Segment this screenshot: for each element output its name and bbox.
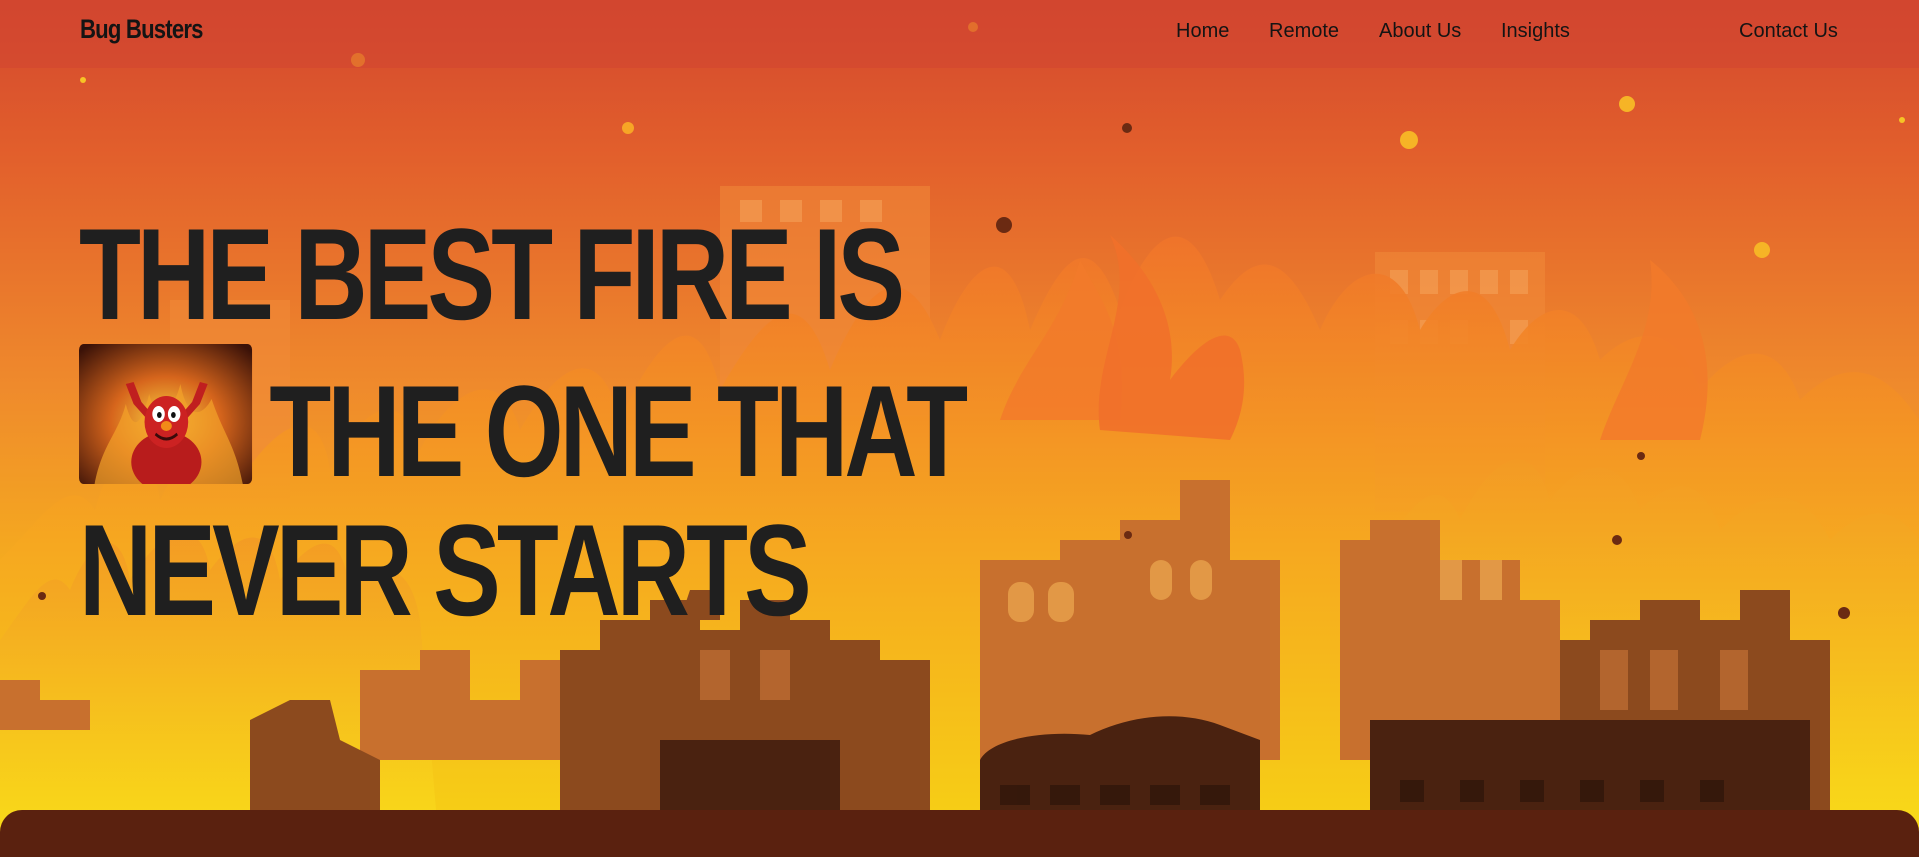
- nav-link-insights[interactable]: Insights: [1501, 20, 1570, 43]
- nav-link-remote[interactable]: Remote: [1269, 20, 1339, 43]
- nav-link-about-us[interactable]: About Us: [1379, 20, 1461, 43]
- headline-line-2-wrapper: THE ONE THAT: [79, 344, 968, 504]
- burning-puppet-thumbnail: [79, 344, 253, 484]
- headline-line-3: NEVER STARTS: [79, 497, 812, 643]
- next-section-panel: [0, 810, 1919, 857]
- headline-line-2: THE ONE THAT: [269, 358, 968, 504]
- headline-line-1: THE BEST FIRE IS: [79, 201, 905, 347]
- hero-headline: THE BEST FIRE IS THE ONE THAT NEVER STAR…: [79, 205, 1214, 640]
- nav-link-home[interactable]: Home: [1176, 20, 1229, 43]
- top-navigation-bar: Bug Busters Home Remote About Us Insight…: [0, 0, 1919, 68]
- nav-link-contact-us[interactable]: Contact Us: [1739, 20, 1838, 43]
- site-logo[interactable]: Bug Busters: [80, 14, 203, 45]
- burning-puppet-image: [79, 344, 253, 484]
- hero-section: Bug Busters Home Remote About Us Insight…: [0, 0, 1919, 857]
